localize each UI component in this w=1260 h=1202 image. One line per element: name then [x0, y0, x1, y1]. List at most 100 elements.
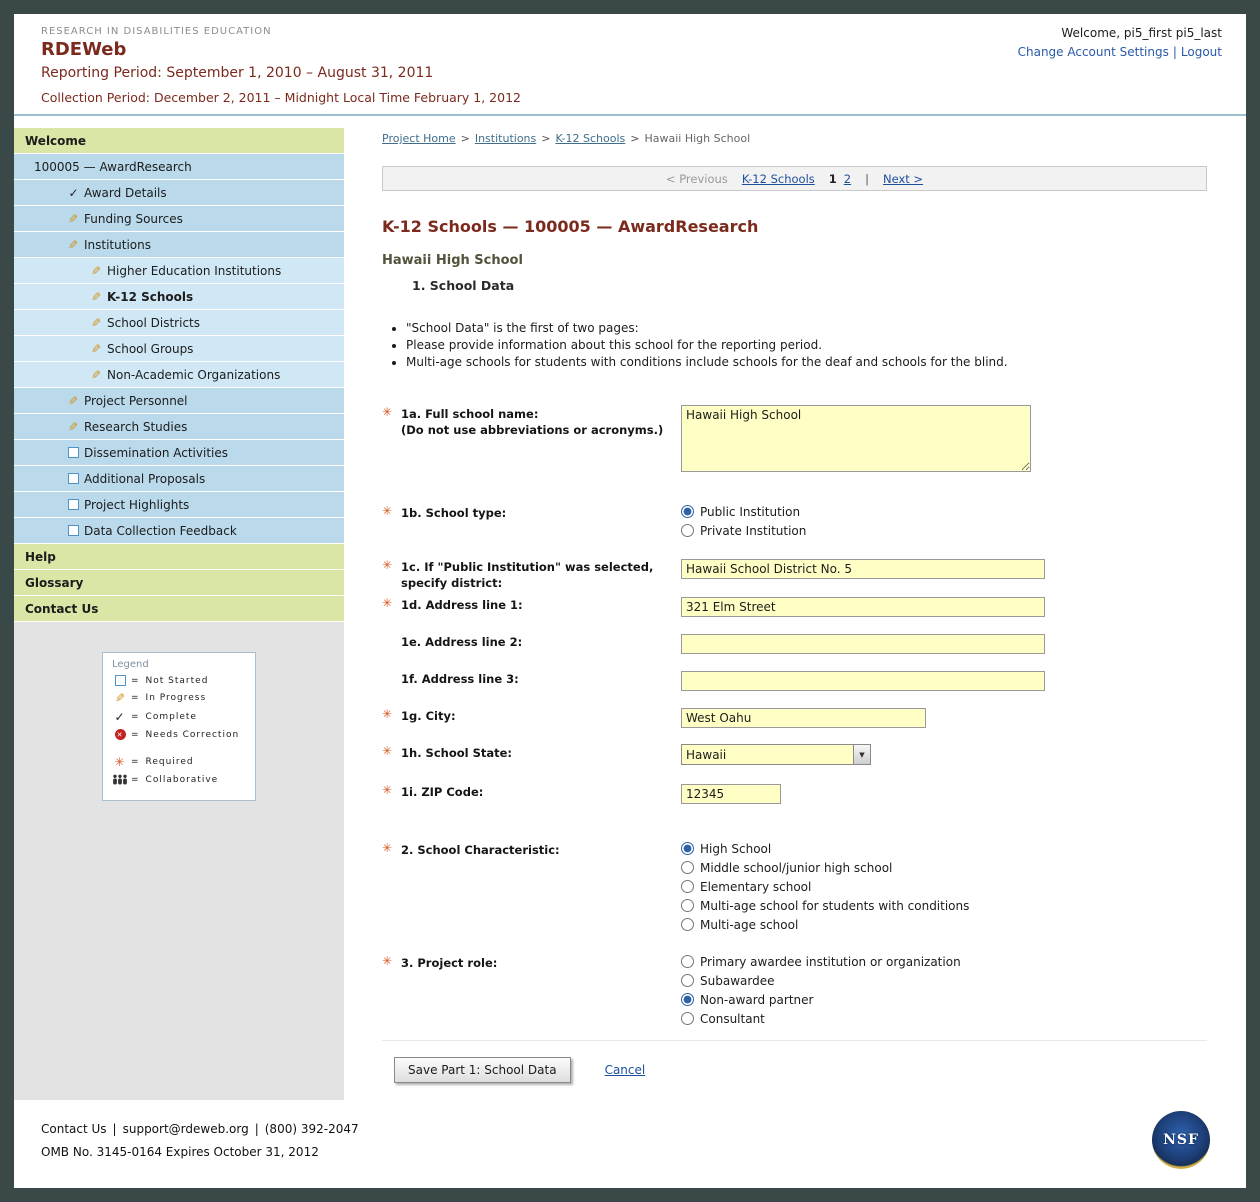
sidebar-item-label: Project Highlights [84, 498, 189, 512]
sidebar-item-school-districts[interactable]: School Districts [14, 310, 344, 336]
address-line-3-input[interactable] [681, 671, 1045, 691]
sidebar-item-school-groups[interactable]: School Groups [14, 336, 344, 362]
footer-email-link[interactable]: support@rdeweb.org [123, 1122, 249, 1136]
district-input[interactable] [681, 559, 1045, 579]
form-row-1a: 1a. Full school name: (Do not use abbrev… [382, 405, 1207, 476]
sidebar-item-award[interactable]: 100005 — AwardResearch [14, 154, 344, 180]
sidebar-item-additional-proposals[interactable]: Additional Proposals [14, 466, 344, 492]
legend-item-not-started: =Not Started [112, 675, 249, 686]
legend-item-in-progress: =In Progress [112, 691, 249, 705]
legend-item-required: =Required [112, 755, 249, 769]
sidebar-item-project-personnel[interactable]: Project Personnel [14, 388, 344, 414]
primary-awardee-radio[interactable] [681, 955, 694, 968]
page-2-link[interactable]: 2 [844, 172, 851, 186]
in-progress-pencil-icon [66, 394, 81, 408]
sidebar-item-help[interactable]: Help [14, 544, 344, 570]
legend-box: Legend =Not Started =In Progress =Comple… [102, 652, 256, 801]
high-school-radio[interactable] [681, 842, 694, 855]
radio-option-multi-age-conditions[interactable]: Multi-age school for students with condi… [681, 896, 1207, 915]
sidebar-item-data-collection-feedback[interactable]: Data Collection Feedback [14, 518, 344, 544]
radio-option-public-institution[interactable]: Public Institution [681, 502, 1207, 521]
next-link[interactable]: Next > [883, 172, 923, 186]
save-part1-button[interactable]: Save Part 1: School Data [394, 1057, 571, 1083]
pager-group-link[interactable]: K-12 Schools [742, 172, 815, 186]
radio-label: Subawardee [700, 974, 774, 988]
radio-label: Elementary school [700, 880, 811, 894]
section-title: 1. School Data [412, 278, 1207, 293]
multi-age-conditions-radio[interactable] [681, 899, 694, 912]
radio-option-elementary-school[interactable]: Elementary school [681, 877, 1207, 896]
radio-label: Non-award partner [700, 993, 813, 1007]
sidebar-item-institutions[interactable]: Institutions [14, 232, 344, 258]
legend-equals: = [131, 775, 140, 785]
sidebar-item-label: Help [25, 550, 56, 564]
sidebar-item-non-academic-organizations[interactable]: Non-Academic Organizations [14, 362, 344, 388]
radio-option-subawardee[interactable]: Subawardee [681, 971, 1207, 990]
in-progress-pencil-icon [66, 238, 81, 252]
logout-link[interactable]: Logout [1181, 45, 1222, 59]
sidebar-item-welcome[interactable]: Welcome [14, 128, 344, 154]
legend-item-text: Needs Correction [146, 730, 240, 740]
radio-option-private-institution[interactable]: Private Institution [681, 521, 1207, 540]
sidebar-item-funding-sources[interactable]: Funding Sources [14, 206, 344, 232]
sidebar: Welcome 100005 — AwardResearch Award Det… [14, 116, 344, 1100]
sidebar-item-label: Research Studies [84, 420, 187, 434]
radio-label: Multi-age school [700, 918, 798, 932]
sidebar-item-label: Funding Sources [84, 212, 183, 226]
consultant-radio[interactable] [681, 1012, 694, 1025]
full-school-name-textarea[interactable]: Hawaii High School [681, 405, 1031, 472]
school-data-form: 1a. Full school name: (Do not use abbrev… [382, 405, 1207, 1083]
non-award-partner-radio[interactable] [681, 993, 694, 1006]
city-input[interactable] [681, 708, 926, 728]
elementary-school-radio[interactable] [681, 880, 694, 893]
sidebar-item-higher-education-institutions[interactable]: Higher Education Institutions [14, 258, 344, 284]
body: Welcome 100005 — AwardResearch Award Det… [14, 116, 1246, 1100]
in-progress-pencil-icon [89, 264, 104, 278]
sidebar-item-dissemination-activities[interactable]: Dissemination Activities [14, 440, 344, 466]
school-state-select[interactable]: Hawaii [681, 744, 871, 765]
footer-separator: | [113, 1122, 117, 1136]
sidebar-item-label: School Districts [107, 316, 200, 330]
form-row-1g: 1g. City: [382, 707, 1207, 728]
page-1-current: 1 [829, 172, 837, 186]
breadcrumb-current: Hawaii High School [644, 132, 750, 145]
radio-option-primary-awardee[interactable]: Primary awardee institution or organizat… [681, 952, 1207, 971]
radio-option-high-school[interactable]: High School [681, 839, 1207, 858]
radio-label: Middle school/junior high school [700, 861, 892, 875]
radio-option-consultant[interactable]: Consultant [681, 1009, 1207, 1028]
sidebar-item-label: 100005 — AwardResearch [34, 160, 192, 174]
sidebar-item-research-studies[interactable]: Research Studies [14, 414, 344, 440]
field-label-1a: 1a. Full school name: (Do not use abbrev… [401, 405, 681, 438]
zip-code-input[interactable] [681, 784, 781, 804]
breadcrumb-k12-schools[interactable]: K-12 Schools [555, 132, 625, 145]
cancel-link[interactable]: Cancel [605, 1063, 646, 1077]
in-progress-pencil-icon [66, 212, 81, 226]
breadcrumb-separator: > [461, 132, 470, 145]
radio-option-multi-age-school[interactable]: Multi-age school [681, 915, 1207, 934]
address-line-2-input[interactable] [681, 634, 1045, 654]
public-institution-radio[interactable] [681, 505, 694, 518]
breadcrumb-institutions[interactable]: Institutions [475, 132, 536, 145]
footer-contact-link[interactable]: Contact Us [41, 1122, 107, 1136]
sidebar-item-project-highlights[interactable]: Project Highlights [14, 492, 344, 518]
change-account-settings-link[interactable]: Change Account Settings [1018, 45, 1169, 59]
sidebar-item-k12-schools[interactable]: K-12 Schools [14, 284, 344, 310]
field-label-1i: 1i. ZIP Code: [401, 783, 681, 800]
private-institution-radio[interactable] [681, 524, 694, 537]
legend-equals: = [131, 757, 140, 767]
subawardee-radio[interactable] [681, 974, 694, 987]
sidebar-item-label: Award Details [84, 186, 167, 200]
sidebar-item-contact-us[interactable]: Contact Us [14, 596, 344, 622]
radio-option-non-award-partner[interactable]: Non-award partner [681, 990, 1207, 1009]
sidebar-item-glossary[interactable]: Glossary [14, 570, 344, 596]
radio-option-middle-school[interactable]: Middle school/junior high school [681, 858, 1207, 877]
sidebar-item-award-details[interactable]: Award Details [14, 180, 344, 206]
multi-age-school-radio[interactable] [681, 918, 694, 931]
field-label-1h: 1h. School State: [401, 744, 681, 761]
sidebar-item-label: Dissemination Activities [84, 446, 228, 460]
breadcrumb-project-home[interactable]: Project Home [382, 132, 456, 145]
middle-school-radio[interactable] [681, 861, 694, 874]
instruction-item: Please provide information about this sc… [406, 337, 1207, 353]
school-characteristic-radio-group: High School Middle school/junior high sc… [681, 839, 1207, 934]
address-line-1-input[interactable] [681, 597, 1045, 617]
